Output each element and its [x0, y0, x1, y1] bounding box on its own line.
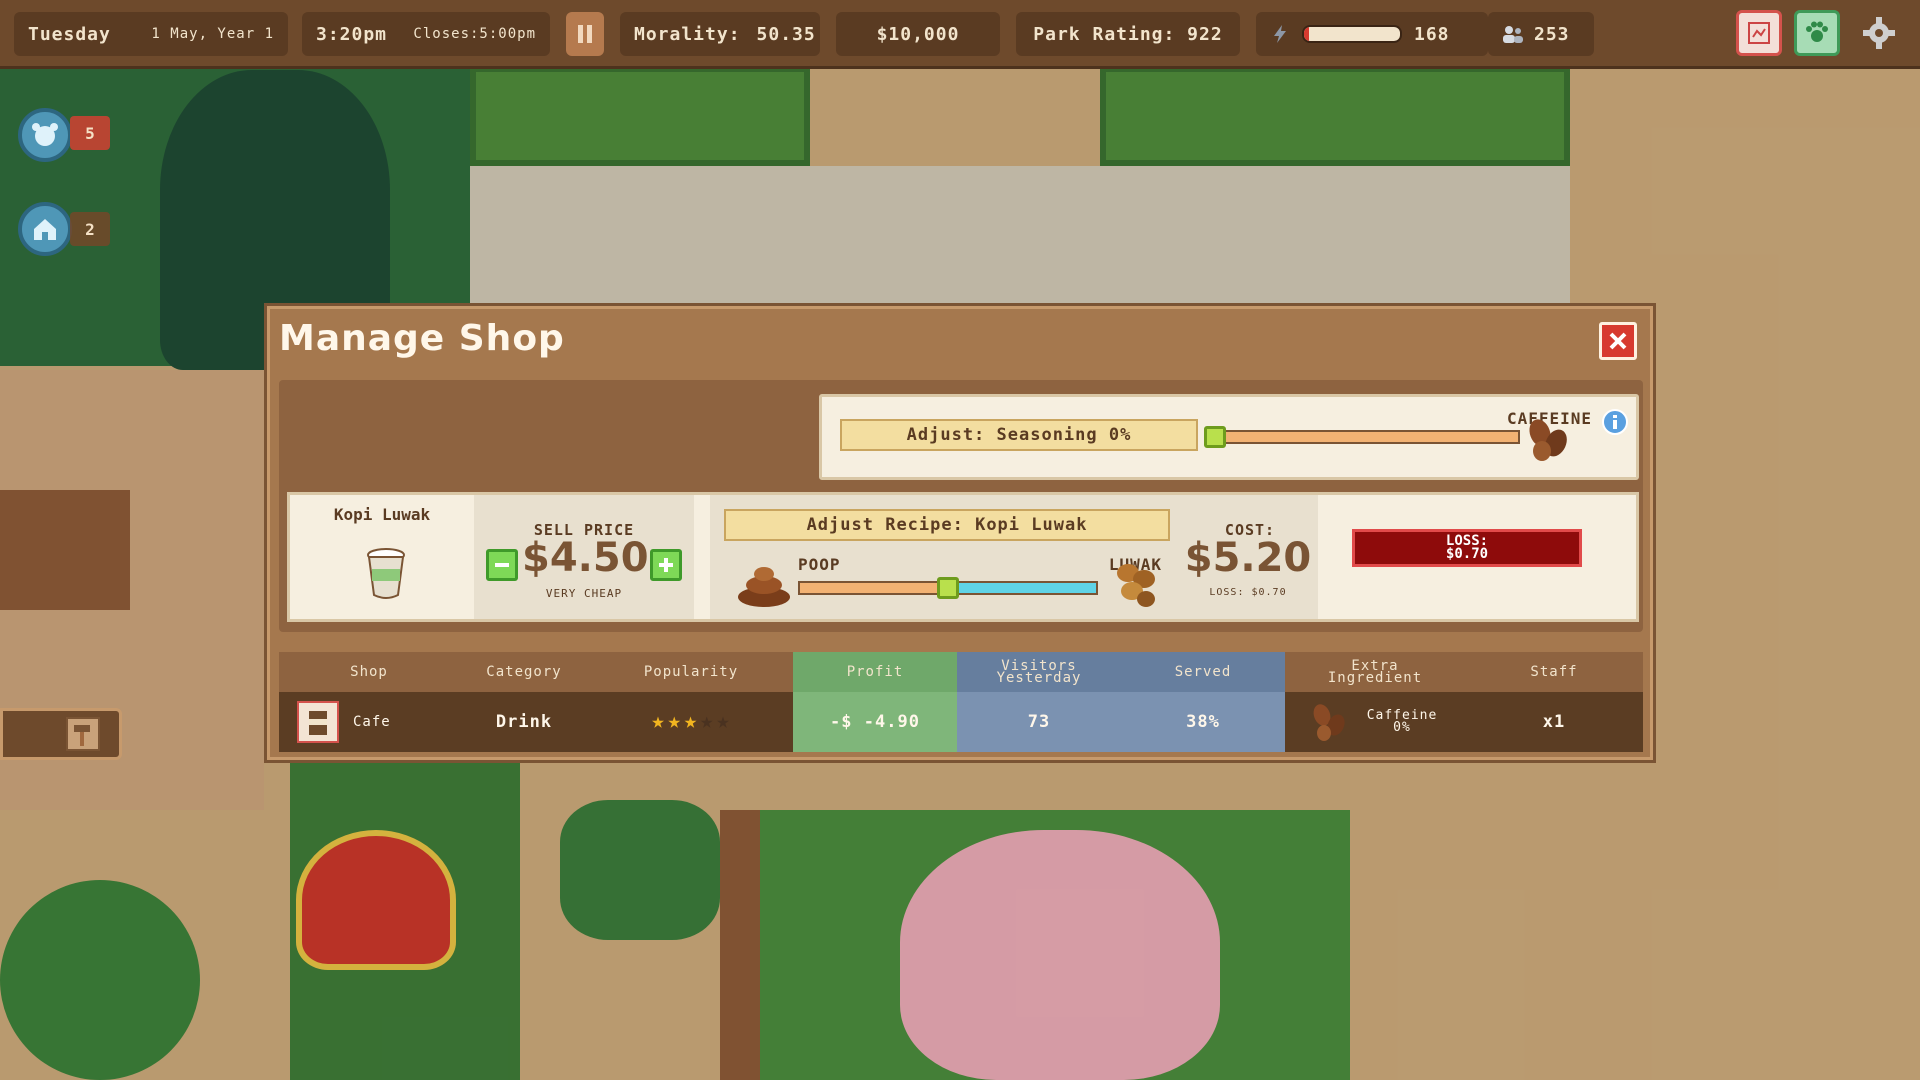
recipe-label: Adjust Recipe: Kopi Luwak: [724, 509, 1170, 541]
decrease-price-button[interactable]: [486, 549, 518, 581]
close-button[interactable]: [1599, 322, 1637, 360]
time-label: 3:20pm: [316, 23, 388, 45]
closing-time-label: Closes:5:00pm: [413, 26, 536, 42]
shop-detail-area: Adjust: Seasoning 0% CAFFEINE Kopi Luwak…: [279, 380, 1643, 632]
energy-bar: [1302, 25, 1402, 43]
product-row: Kopi Luwak SELL PRICE $4.50 VERY CHEAP A…: [287, 492, 1639, 622]
sell-price-cell: SELL PRICE $4.50 VERY CHEAP: [474, 495, 694, 619]
cell-served: 38%: [1121, 692, 1285, 752]
poop-icon: [738, 567, 790, 607]
energy-bar-fill: [1304, 27, 1309, 41]
loss-value: $0.70: [1445, 546, 1489, 562]
close-icon: [1609, 332, 1627, 350]
header-staff: Staff: [1465, 652, 1643, 692]
date-label: 1 May, Year 1: [151, 26, 274, 42]
home-icon: [34, 219, 56, 240]
info-button[interactable]: [1602, 409, 1628, 435]
seasoning-slider[interactable]: [1208, 430, 1520, 444]
extra-ingredient-value: Caffeine 0%: [1366, 708, 1438, 735]
recipe-cell: Adjust Recipe: Kopi Luwak POOP LUWAK COS…: [710, 495, 1318, 619]
paw-icon: [1806, 21, 1828, 42]
animal-face-icon: [32, 123, 58, 146]
star-empty-icon: ★: [700, 709, 715, 734]
recipe-left-ingredient: POOP: [798, 555, 841, 574]
visitor-count-display: 253: [1488, 12, 1594, 56]
visitors-icon: [1503, 26, 1523, 43]
morality-value: 50.35: [756, 23, 816, 45]
seasoning-label: Adjust: Seasoning 0%: [840, 419, 1198, 451]
star-empty-icon: ★: [716, 709, 731, 734]
gear-icon: [1863, 17, 1895, 49]
energy-count: 168: [1414, 23, 1450, 45]
cell-popularity: ★ ★ ★ ★ ★: [589, 692, 793, 752]
caffeine-bean-icon: [1313, 704, 1345, 741]
header-popularity: Popularity: [589, 652, 793, 692]
header-category: Category: [459, 652, 589, 692]
cell-visitors: 73: [957, 692, 1121, 752]
park-rating-display: Park Rating: 922: [1016, 12, 1240, 56]
animals-list-button[interactable]: [18, 108, 72, 162]
product-cell: Kopi Luwak: [290, 495, 474, 619]
cost-value: $5.20: [1184, 535, 1312, 581]
sell-price-value: $4.50: [522, 535, 649, 581]
energy-display: 168: [1256, 12, 1488, 56]
recipe-slider-handle[interactable]: [937, 577, 959, 599]
zoopedia-button[interactable]: [1736, 10, 1782, 56]
increase-price-button[interactable]: [650, 549, 682, 581]
top-status-bar: Tuesday 1 May, Year 1 3:20pm Closes:5:00…: [0, 0, 1920, 69]
animals-count-badge: 5: [70, 116, 110, 150]
cost-loss-note: LOSS: $0.70: [1209, 587, 1287, 598]
day-label: Tuesday: [28, 23, 111, 45]
header-profit: Profit: [793, 652, 957, 692]
loss-cell: LOSS: $0.70: [1318, 495, 1636, 619]
shop-name: Cafe: [353, 714, 391, 730]
star-filled-icon: ★: [683, 709, 699, 734]
product-name: Kopi Luwak: [333, 505, 431, 524]
seasoning-slider-handle[interactable]: [1204, 426, 1226, 448]
hammer-icon: [66, 717, 100, 751]
loss-banner: LOSS: $0.70: [1352, 529, 1582, 567]
park-rating-value: Park Rating: 922: [1033, 23, 1223, 45]
star-filled-icon: ★: [667, 709, 682, 734]
coffee-bean-icon: [1529, 419, 1567, 461]
cell-profit: -$ -4.90: [793, 692, 957, 752]
luwak-beans-icon: [1117, 564, 1155, 607]
cell-staff[interactable]: x1: [1465, 692, 1643, 752]
morality-label: Morality:: [634, 23, 741, 45]
cell-category: Drink: [495, 712, 553, 732]
cell-shop[interactable]: Cafe: [279, 692, 459, 752]
build-tool-button[interactable]: [0, 708, 122, 760]
seasoning-panel: Adjust: Seasoning 0% CAFFEINE: [819, 394, 1639, 480]
zoopedia-icon: [1748, 22, 1770, 44]
habitats-list-button[interactable]: [18, 202, 72, 256]
header-served: Served: [1121, 652, 1285, 692]
animals-button[interactable]: [1794, 10, 1840, 56]
money-value: $10,000: [876, 23, 960, 45]
visitor-count: 253: [1534, 23, 1570, 45]
habitats-count-badge: 2: [70, 212, 110, 246]
cafe-shop-icon: [297, 701, 339, 743]
energy-icon: [1274, 25, 1286, 43]
date-display: Tuesday 1 May, Year 1: [14, 12, 288, 56]
settings-button[interactable]: [1856, 10, 1902, 56]
time-display: 3:20pm Closes:5:00pm: [302, 12, 550, 56]
star-filled-icon: ★: [651, 709, 666, 734]
money-display: $10,000: [836, 12, 1000, 56]
cell-extra-ingredient: Caffeine 0%: [1285, 692, 1465, 752]
price-note: VERY CHEAP: [545, 587, 623, 600]
coffee-cup-icon: [367, 548, 405, 599]
info-icon: [1613, 415, 1617, 429]
header-visitors-yesterday: Visitors Yesterday: [957, 652, 1121, 692]
minus-icon: [495, 563, 509, 567]
header-shop: Shop: [279, 652, 459, 692]
manage-shop-dialog: Manage Shop Adjust: Seasoning 0% CAFFEIN…: [264, 303, 1656, 763]
plus-icon: [659, 558, 673, 572]
dialog-title: Manage Shop: [279, 318, 565, 359]
shop-stats-table: Shop Category Popularity Profit Visitors…: [279, 652, 1643, 752]
pause-icon: [578, 25, 592, 43]
pause-button[interactable]: [566, 12, 604, 56]
header-extra-ingredient: Extra Ingredient: [1285, 652, 1465, 692]
morality-display: Morality: 50.35: [620, 12, 820, 56]
